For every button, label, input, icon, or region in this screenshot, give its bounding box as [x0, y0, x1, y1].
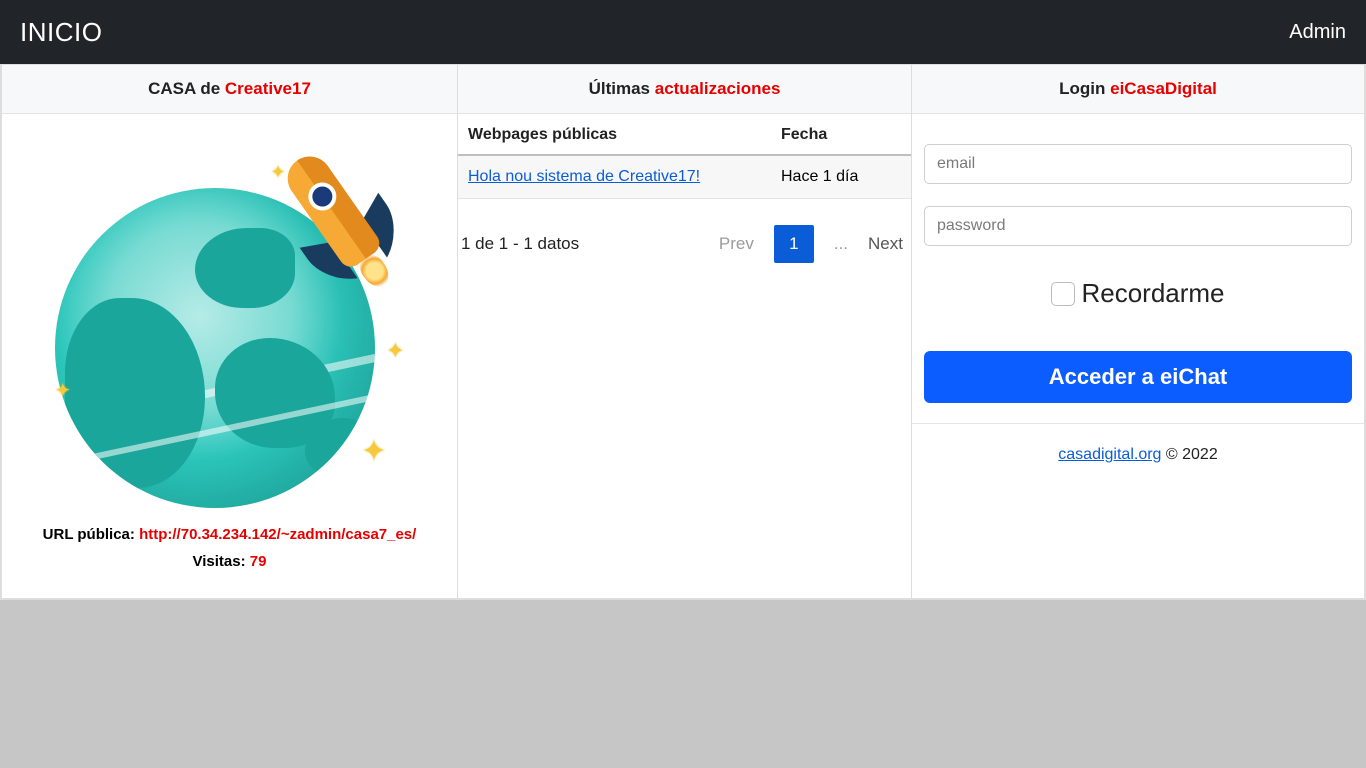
sparkle-icon: ✦	[271, 162, 286, 183]
public-url-label: URL pública:	[43, 526, 139, 543]
remember-row: Recordarme	[924, 278, 1352, 309]
globe-rocket-illustration: ✦ ✦ ✦ ✦	[15, 128, 445, 518]
updates-table: Webpages públicas Fecha Hola nou sistema…	[458, 114, 911, 199]
hero-area: ✦ ✦ ✦ ✦ URL pública: http://70.34.234.14…	[2, 114, 457, 598]
sparkle-icon: ✦	[361, 434, 386, 469]
visits-label: Visitas:	[193, 553, 250, 570]
navbar-admin-link[interactable]: Admin	[1289, 21, 1346, 44]
th-date: Fecha	[771, 114, 911, 155]
footer-copyright: © 2022	[1161, 446, 1217, 463]
panel-casa-title-accent: Creative17	[225, 79, 311, 98]
update-date: Hace 1 día	[771, 155, 911, 199]
public-url-value[interactable]: http://70.34.234.142/~zadmin/casa7_es/	[139, 526, 416, 543]
main-container: CASA de Creative17 ✦ ✦ ✦	[0, 64, 1366, 600]
page-number-current[interactable]: 1	[774, 225, 814, 263]
panel-casa-title-prefix: CASA de	[148, 79, 225, 98]
panel-updates-title-accent: actualizaciones	[655, 79, 781, 98]
panel-casa-header: CASA de Creative17	[2, 65, 457, 114]
password-field[interactable]	[924, 206, 1352, 246]
panel-casa: CASA de Creative17 ✦ ✦ ✦	[2, 65, 458, 598]
navbar-brand[interactable]: INICIO	[20, 17, 102, 48]
visits-line: Visitas: 79	[193, 553, 267, 570]
navbar: INICIO Admin	[0, 0, 1366, 64]
login-button[interactable]: Acceder a eiChat	[924, 351, 1352, 403]
pagination-ellipsis: ...	[834, 234, 848, 254]
panel-login-title-prefix: Login	[1059, 79, 1110, 98]
panel-login: Login eiCasaDigital Recordarme Acceder a…	[912, 65, 1364, 598]
remember-checkbox[interactable]	[1051, 282, 1075, 306]
footer: casadigital.org © 2022	[912, 424, 1364, 486]
next-button[interactable]: Next	[868, 234, 903, 254]
footer-link[interactable]: casadigital.org	[1058, 446, 1161, 463]
panel-login-title-accent: eiCasaDigital	[1110, 79, 1217, 98]
th-webpages: Webpages públicas	[458, 114, 771, 155]
table-row: Hola nou sistema de Creative17! Hace 1 d…	[458, 155, 911, 199]
panel-updates-header: Últimas actualizaciones	[458, 65, 911, 114]
public-url-line: URL pública: http://70.34.234.142/~zadmi…	[43, 526, 417, 543]
pagination-count: 1 de 1 - 1 datos	[458, 234, 579, 254]
login-form: Recordarme Acceder a eiChat	[912, 114, 1364, 424]
panel-updates-title-prefix: Últimas	[589, 79, 655, 98]
remember-label[interactable]: Recordarme	[1081, 278, 1224, 309]
prev-button[interactable]: Prev	[719, 234, 754, 254]
pagination: 1 de 1 - 1 datos Prev 1 ... Next	[458, 199, 911, 263]
panel-login-header: Login eiCasaDigital	[912, 65, 1364, 114]
email-field[interactable]	[924, 144, 1352, 184]
update-link[interactable]: Hola nou sistema de Creative17!	[468, 168, 700, 185]
sparkle-icon: ✦	[386, 338, 404, 364]
visits-value: 79	[250, 553, 267, 570]
sparkle-icon: ✦	[55, 378, 72, 403]
panel-updates: Últimas actualizaciones Webpages pública…	[458, 65, 912, 598]
